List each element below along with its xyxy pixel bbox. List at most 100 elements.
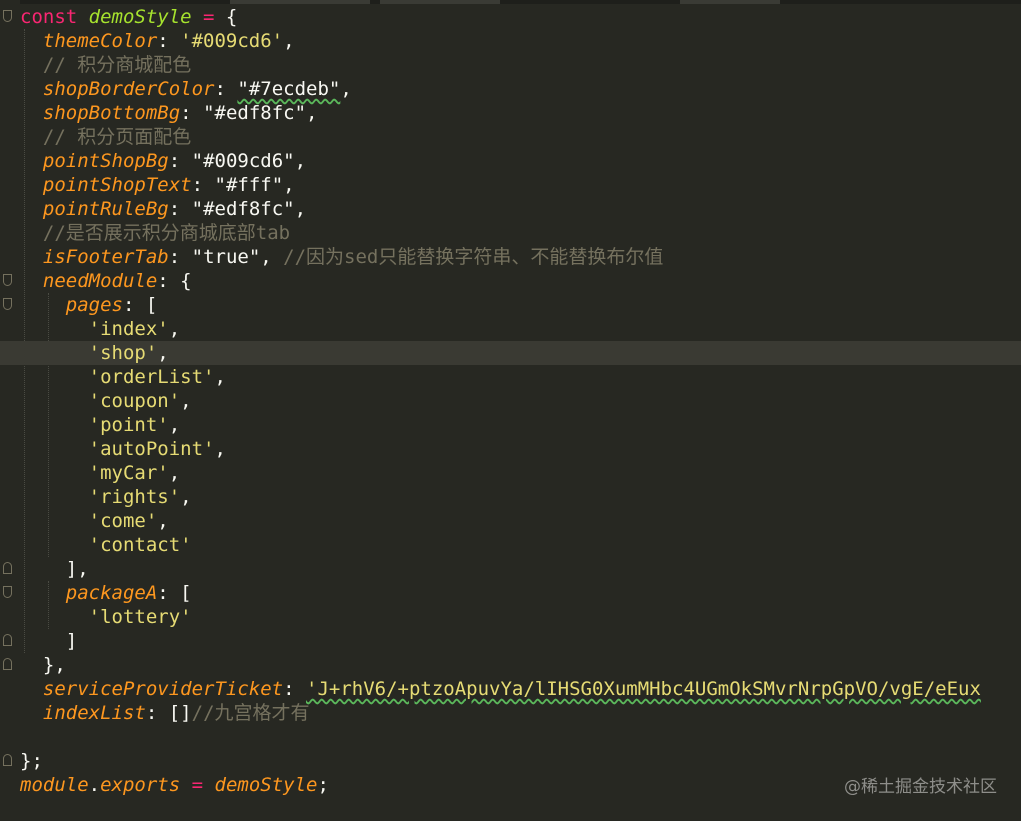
code-line[interactable]: 'myCar', bbox=[0, 461, 1021, 485]
code-token: , bbox=[157, 342, 169, 364]
code-line[interactable]: 'shop', bbox=[0, 341, 1021, 365]
code-token: 'orderList' bbox=[88, 366, 215, 388]
code-line[interactable]: // 积分商城配色 bbox=[0, 53, 1021, 77]
code-line[interactable]: 'rights', bbox=[0, 485, 1021, 509]
code-token: : bbox=[145, 702, 169, 724]
code-token: "true" bbox=[191, 246, 261, 268]
code-token: 'contact' bbox=[88, 534, 192, 556]
code-token: 'come' bbox=[88, 510, 158, 532]
code-token: isFooterTab bbox=[42, 246, 169, 268]
code-text: shopBottomBg: "#edf8fc", bbox=[20, 101, 318, 125]
code-text: }; bbox=[20, 749, 43, 773]
code-token: //因为sed只能替换字符串、不能替换布尔值 bbox=[283, 246, 664, 268]
code-token: }; bbox=[20, 750, 43, 772]
code-text: 'shop', bbox=[20, 341, 169, 365]
tab-marker bbox=[680, 0, 780, 4]
code-line[interactable]: 'come', bbox=[0, 509, 1021, 533]
code-token: , bbox=[180, 486, 192, 508]
fold-open-icon[interactable] bbox=[3, 10, 12, 22]
code-token: shopBorderColor bbox=[42, 78, 215, 100]
code-line[interactable]: pointShopBg: "#009cd6", bbox=[0, 149, 1021, 173]
code-token: demoStyle bbox=[88, 6, 192, 28]
code-text: const demoStyle = { bbox=[20, 5, 237, 29]
code-line[interactable]: }, bbox=[0, 653, 1021, 677]
code-line[interactable]: serviceProviderTicket: 'J+rhV6/+ptzoApuv… bbox=[0, 677, 1021, 701]
code-token: //是否展示积分商城底部tab bbox=[20, 222, 291, 244]
fold-close-icon[interactable] bbox=[3, 562, 12, 574]
tab-marker bbox=[230, 0, 370, 4]
code-line[interactable]: 'orderList', bbox=[0, 365, 1021, 389]
fold-close-icon[interactable] bbox=[3, 634, 12, 646]
code-line[interactable]: shopBorderColor: "#7ecdeb", bbox=[0, 77, 1021, 101]
code-text: module.exports = demoStyle; bbox=[20, 773, 329, 797]
code-line[interactable] bbox=[0, 725, 1021, 749]
code-token: packageA bbox=[65, 582, 158, 604]
code-line[interactable]: pointShopText: "#fff", bbox=[0, 173, 1021, 197]
code-line[interactable]: packageA: [ bbox=[0, 581, 1021, 605]
code-text: //是否展示积分商城底部tab bbox=[20, 221, 290, 245]
fold-close-icon[interactable] bbox=[3, 754, 12, 766]
code-line[interactable]: themeColor: '#009cd6', bbox=[0, 29, 1021, 53]
code-line[interactable]: 'point', bbox=[0, 413, 1021, 437]
code-line[interactable]: 'autoPoint', bbox=[0, 437, 1021, 461]
code-token: needModule bbox=[42, 270, 158, 292]
code-token: , bbox=[294, 198, 307, 220]
code-line[interactable]: pointRuleBg: "#edf8fc", bbox=[0, 197, 1021, 221]
code-token: serviceProviderTicket bbox=[42, 678, 284, 700]
code-token: : bbox=[214, 78, 238, 100]
code-line[interactable]: indexList: []//九宫格才有 bbox=[0, 701, 1021, 725]
code-line[interactable]: shopBottomBg: "#edf8fc", bbox=[0, 101, 1021, 125]
code-text: shopBorderColor: "#7ecdeb", bbox=[20, 77, 352, 101]
code-text: 'point', bbox=[20, 413, 181, 437]
code-line[interactable]: // 积分页面配色 bbox=[0, 125, 1021, 149]
code-line[interactable]: 'coupon', bbox=[0, 389, 1021, 413]
code-token: const bbox=[20, 6, 89, 28]
code-line[interactable]: ] bbox=[0, 629, 1021, 653]
code-editor[interactable]: const demoStyle = { themeColor: '#009cd6… bbox=[0, 0, 1021, 821]
code-token: 'index' bbox=[88, 318, 169, 340]
fold-open-icon[interactable] bbox=[3, 298, 12, 310]
code-token: , bbox=[168, 318, 181, 340]
code-token: ] bbox=[20, 630, 78, 652]
code-text: serviceProviderTicket: 'J+rhV6/+ptzoApuv… bbox=[20, 677, 981, 701]
code-line[interactable]: }; bbox=[0, 749, 1021, 773]
code-token: shopBottomBg bbox=[42, 102, 181, 124]
code-line[interactable]: ], bbox=[0, 557, 1021, 581]
code-token: // 积分商城配色 bbox=[20, 54, 192, 76]
code-token: : bbox=[168, 246, 192, 268]
code-text: 'autoPoint', bbox=[20, 437, 226, 461]
fold-open-icon[interactable] bbox=[3, 586, 12, 598]
code-line[interactable]: 'contact' bbox=[0, 533, 1021, 557]
code-text: ], bbox=[20, 557, 89, 581]
code-token: , bbox=[214, 366, 226, 388]
code-token: : bbox=[168, 198, 192, 220]
code-line[interactable]: 'index', bbox=[0, 317, 1021, 341]
code-line[interactable]: //是否展示积分商城底部tab bbox=[0, 221, 1021, 245]
code-line[interactable]: pages: [ bbox=[0, 293, 1021, 317]
fold-close-icon[interactable] bbox=[3, 658, 12, 670]
code-token: : bbox=[283, 678, 306, 700]
code-line[interactable]: const demoStyle = { bbox=[0, 5, 1021, 29]
code-token: ], bbox=[20, 558, 89, 580]
code-token: //九宫格才有 bbox=[191, 702, 310, 724]
code-token: , bbox=[260, 246, 284, 268]
code-token: , bbox=[168, 414, 181, 436]
code-token: 'lottery' bbox=[88, 606, 192, 628]
code-token: pages bbox=[65, 294, 123, 316]
code-text: indexList: []//九宫格才有 bbox=[20, 701, 310, 725]
code-line[interactable]: isFooterTab: "true", //因为sed只能替换字符串、不能替换… bbox=[0, 245, 1021, 269]
code-line[interactable]: needModule: { bbox=[0, 269, 1021, 293]
fold-open-icon[interactable] bbox=[3, 274, 12, 286]
code-line[interactable]: 'lottery' bbox=[0, 605, 1021, 629]
